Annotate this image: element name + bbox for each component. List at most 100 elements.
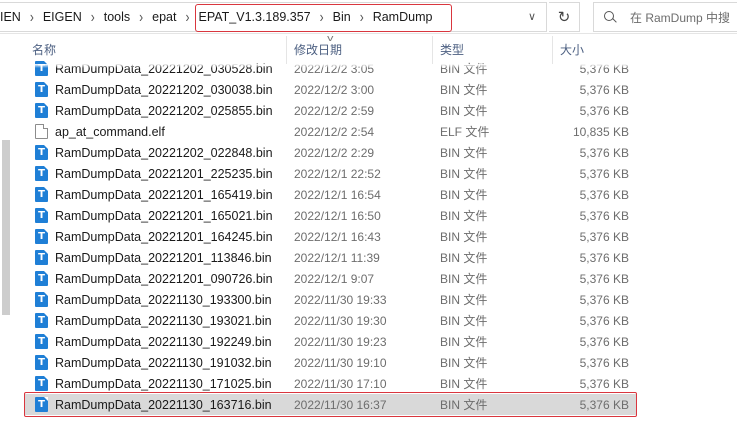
bin-file-icon — [35, 292, 48, 307]
file-name-cell[interactable]: RamDumpData_20221201_225235.bin — [25, 166, 287, 181]
path-highlight-annotation — [195, 4, 452, 32]
file-name-cell[interactable]: RamDumpData_20221202_030038.bin — [25, 82, 287, 97]
breadcrumb-item-eigen[interactable]: EIGEN — [39, 10, 86, 24]
file-date: 2022/12/1 16:43 — [294, 229, 381, 244]
file-date: 2022/11/30 19:10 — [294, 355, 387, 370]
file-type: ELF 文件 — [440, 125, 490, 139]
file-name[interactable]: RamDumpData_20221202_030038.bin — [55, 83, 273, 97]
breadcrumb-item-tools[interactable]: tools — [100, 10, 134, 24]
file-row[interactable]: RamDumpData_20221130_163716.bin 2022/11/3… — [24, 392, 637, 417]
search-placeholder: 在 RamDump 中搜 — [630, 10, 731, 25]
file-row[interactable]: RamDumpData_20221130_191032.bin 2022/11/3… — [25, 352, 637, 373]
file-size: 10,835 KB — [572, 124, 629, 139]
file-row[interactable]: RamDumpData_20221201_225235.bin 2022/12/1… — [25, 163, 637, 184]
file-name[interactable]: RamDumpData_20221201_164245.bin — [55, 230, 273, 244]
file-row[interactable]: RamDumpData_20221130_192249.bin 2022/11/3… — [25, 331, 637, 352]
file-name-cell[interactable]: RamDumpData_20221201_165021.bin — [25, 208, 287, 223]
file-date: 2022/11/30 19:23 — [294, 334, 387, 349]
file-name[interactable]: RamDumpData_20221130_193300.bin — [55, 293, 272, 307]
bin-file-icon — [35, 376, 48, 391]
file-type: BIN 文件 — [440, 209, 488, 223]
file-name[interactable]: RamDumpData_20221201_165021.bin — [55, 209, 273, 223]
file-type: BIN 文件 — [440, 146, 488, 160]
file-row[interactable]: RamDumpData_20221130_193300.bin 2022/11/3… — [25, 289, 637, 310]
file-type: BIN 文件 — [440, 83, 488, 97]
file-type: BIN 文件 — [440, 356, 488, 370]
bin-file-icon — [35, 166, 48, 181]
file-row[interactable]: RamDumpData_20221201_165021.bin 2022/12/1… — [25, 205, 637, 226]
file-name-cell[interactable]: RamDumpData_20221130_163716.bin — [25, 397, 287, 412]
file-list: RamDumpData_20221202_030528.bin2022/12/2… — [24, 58, 637, 417]
file-name[interactable]: RamDumpData_20221201_113846.bin — [55, 251, 272, 265]
file-name[interactable]: RamDumpData_20221201_165419.bin — [55, 188, 273, 202]
file-name-cell[interactable]: RamDumpData_20221130_191032.bin — [25, 355, 287, 370]
bin-file-icon — [35, 313, 48, 328]
file-type: BIN 文件 — [440, 293, 488, 307]
file-size: 5,376 KB — [579, 145, 629, 160]
file-size: 5,376 KB — [579, 250, 629, 265]
bin-file-icon — [35, 145, 48, 160]
file-name[interactable]: RamDumpData_20221201_225235.bin — [55, 167, 273, 181]
file-name[interactable]: RamDumpData_20221202_025855.bin — [55, 104, 273, 118]
breadcrumb-item-epat[interactable]: epat — [148, 10, 180, 24]
file-name[interactable]: RamDumpData_20221130_163716.bin — [55, 398, 272, 412]
refresh-button[interactable]: ↻ — [549, 2, 580, 32]
file-size: 5,376 KB — [579, 82, 629, 97]
file-name-cell[interactable]: RamDumpData_20221202_025855.bin — [25, 103, 287, 118]
file-name-cell[interactable]: RamDumpData_20221130_171025.bin — [25, 376, 287, 391]
list-top-fade — [25, 64, 637, 68]
file-row[interactable]: RamDumpData_20221201_165419.bin 2022/12/1… — [25, 184, 637, 205]
file-name[interactable]: RamDumpData_20221201_090726.bin — [55, 272, 273, 286]
nav-scrollbar-thumb[interactable] — [2, 140, 10, 315]
search-input[interactable]: 在 RamDump 中搜 — [593, 2, 737, 32]
file-type: BIN 文件 — [440, 272, 488, 286]
breadcrumb-item-ien[interactable]: IEN — [0, 10, 25, 24]
file-name-cell[interactable]: RamDumpData_20221201_090726.bin — [25, 271, 287, 286]
file-size: 5,376 KB — [579, 292, 629, 307]
file-row[interactable]: RamDumpData_20221130_193021.bin 2022/11/3… — [25, 310, 637, 331]
chevron-right-icon[interactable]: › — [86, 8, 100, 26]
file-row[interactable]: RamDumpData_20221202_030528.bin2022/12/2… — [25, 58, 637, 79]
file-name[interactable]: RamDumpData_20221202_022848.bin — [55, 146, 273, 160]
file-name-cell[interactable]: RamDumpData_20221202_022848.bin — [25, 145, 287, 160]
file-type: BIN 文件 — [440, 62, 488, 76]
breadcrumb[interactable]: IEN › EIGEN › tools › epat › EPAT_V1.3.1… — [0, 2, 547, 32]
sort-descending-icon: v — [327, 33, 334, 43]
file-date: 2022/12/1 22:52 — [294, 166, 381, 181]
file-date: 2022/11/30 19:33 — [294, 292, 387, 307]
bin-file-icon — [35, 355, 48, 370]
file-name[interactable]: RamDumpData_20221130_191032.bin — [55, 356, 272, 370]
file-date: 2022/12/2 2:54 — [294, 124, 375, 139]
file-name-cell[interactable]: RamDumpData_20221201_164245.bin — [25, 229, 287, 244]
chevron-right-icon[interactable]: › — [134, 8, 148, 26]
file-name[interactable]: ap_at_command.elf — [55, 125, 165, 139]
chevron-right-icon[interactable]: › — [25, 8, 39, 26]
file-type: BIN 文件 — [440, 167, 488, 181]
refresh-icon: ↻ — [557, 9, 571, 26]
file-row[interactable]: RamDumpData_20221202_022848.bin 2022/12/2… — [25, 142, 637, 163]
file-name-cell[interactable]: RamDumpData_20221130_192249.bin — [25, 334, 287, 349]
file-name-cell[interactable]: RamDumpData_20221130_193300.bin — [25, 292, 287, 307]
file-row[interactable]: RamDumpData_20221201_164245.bin 2022/12/1… — [25, 226, 637, 247]
address-bar: IEN › EIGEN › tools › epat › EPAT_V1.3.1… — [0, 0, 737, 34]
file-name[interactable]: RamDumpData_20221130_192249.bin — [55, 335, 272, 349]
file-date: 2022/12/2 2:59 — [294, 103, 375, 118]
file-name-cell[interactable]: RamDumpData_20221201_113846.bin — [25, 250, 287, 265]
file-row[interactable]: ap_at_command.elf 2022/12/2 2:54 ELF 文件 10,… — [25, 121, 637, 142]
file-row[interactable]: RamDumpData_20221202_030038.bin 2022/12/2… — [25, 79, 637, 100]
chevron-right-icon[interactable]: › — [181, 8, 195, 26]
chevron-down-icon[interactable]: ∨ — [525, 10, 539, 24]
file-name-cell[interactable]: RamDumpData_20221201_165419.bin — [25, 187, 287, 202]
file-size: 5,376 KB — [579, 376, 629, 391]
file-date: 2022/12/2 3:00 — [294, 82, 375, 97]
file-row[interactable]: RamDumpData_20221130_171025.bin 2022/11/3… — [25, 373, 637, 394]
file-date: 2022/11/30 16:37 — [294, 397, 387, 412]
file-name-cell[interactable]: RamDumpData_20221130_193021.bin — [25, 313, 287, 328]
file-row[interactable]: RamDumpData_20221201_090726.bin 2022/12/1… — [25, 268, 637, 289]
file-row[interactable]: RamDumpData_20221201_113846.bin 2022/12/1… — [25, 247, 637, 268]
file-name[interactable]: RamDumpData_20221130_171025.bin — [55, 377, 272, 391]
bin-file-icon — [35, 334, 48, 349]
file-name-cell[interactable]: ap_at_command.elf — [25, 124, 287, 139]
file-row[interactable]: RamDumpData_20221202_025855.bin 2022/12/2… — [25, 100, 637, 121]
file-name[interactable]: RamDumpData_20221130_193021.bin — [55, 314, 272, 328]
